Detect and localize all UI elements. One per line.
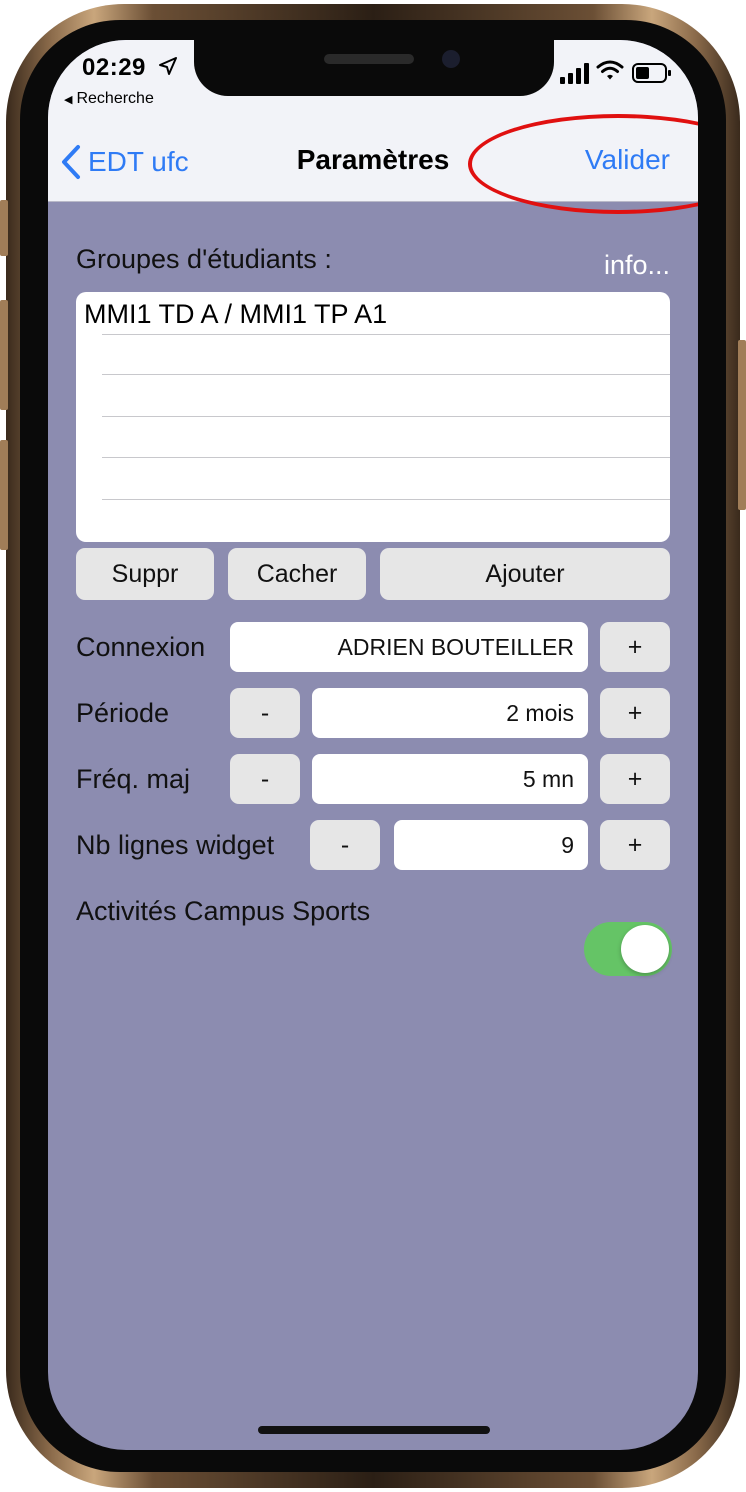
notch	[194, 40, 554, 96]
toggle-knob	[621, 925, 669, 973]
delete-group-button[interactable]: Suppr	[76, 548, 214, 600]
connexion-label: Connexion	[76, 632, 206, 662]
widget-lines-minus-button[interactable]: -	[310, 820, 380, 870]
volume-down-button	[0, 440, 8, 550]
status-time: 02:29	[82, 54, 146, 81]
freq-plus-button[interactable]: +	[600, 754, 670, 804]
back-to-app-link[interactable]: ◀ Recherche	[64, 90, 154, 108]
cellular-signal-icon	[560, 63, 589, 84]
speaker-grille	[324, 54, 414, 64]
student-groups-list[interactable]: MMI1 TD A / MMI1 TP A1	[76, 292, 670, 542]
widget-lines-field[interactable]: 9	[394, 820, 588, 870]
nav-back-button[interactable]: EDT ufc	[60, 140, 189, 184]
home-indicator[interactable]	[258, 1426, 490, 1434]
validate-button[interactable]: Valider	[585, 144, 670, 176]
list-item[interactable]	[102, 333, 670, 375]
campus-sports-label: Activités Campus Sports	[76, 896, 371, 926]
freq-minus-button[interactable]: -	[230, 754, 300, 804]
widget-lines-label: Nb lignes widget	[76, 830, 275, 860]
connexion-field[interactable]: ADRIEN BOUTEILLER	[230, 622, 588, 672]
screen: 02:29 ◀ Recherche EDT ufc Paramètres Val…	[48, 40, 698, 1450]
list-item[interactable]	[102, 375, 670, 417]
wifi-icon	[596, 60, 624, 80]
list-item[interactable]	[102, 458, 670, 500]
student-groups-label: Groupes d'étudiants :	[76, 244, 332, 274]
periode-field[interactable]: 2 mois	[312, 688, 588, 738]
info-link[interactable]: info...	[604, 250, 670, 281]
hide-group-button[interactable]: Cacher	[228, 548, 366, 600]
front-camera	[442, 50, 460, 68]
freq-label: Fréq. maj	[76, 764, 191, 794]
list-item[interactable]: MMI1 TD A / MMI1 TP A1	[76, 292, 670, 334]
freq-field[interactable]: 5 mn	[312, 754, 588, 804]
top-bar: 02:29 ◀ Recherche EDT ufc Paramètres Val…	[48, 40, 698, 202]
volume-up-button	[0, 300, 8, 410]
list-item[interactable]	[102, 500, 670, 542]
periode-label: Période	[76, 698, 170, 728]
back-triangle-icon: ◀	[64, 94, 73, 106]
location-arrow-icon	[159, 57, 177, 75]
back-app-label: Recherche	[76, 90, 154, 107]
list-item[interactable]	[102, 417, 670, 458]
campus-sports-toggle[interactable]	[584, 922, 672, 976]
chevron-left-icon	[62, 145, 80, 179]
widget-lines-plus-button[interactable]: +	[600, 820, 670, 870]
battery-icon	[632, 63, 671, 83]
silent-switch	[0, 200, 8, 256]
periode-plus-button[interactable]: +	[600, 688, 670, 738]
connexion-plus-button[interactable]: +	[600, 622, 670, 672]
power-button	[738, 340, 746, 510]
nav-back-label: EDT ufc	[88, 146, 189, 177]
add-group-button[interactable]: Ajouter	[380, 548, 670, 600]
periode-minus-button[interactable]: -	[230, 688, 300, 738]
